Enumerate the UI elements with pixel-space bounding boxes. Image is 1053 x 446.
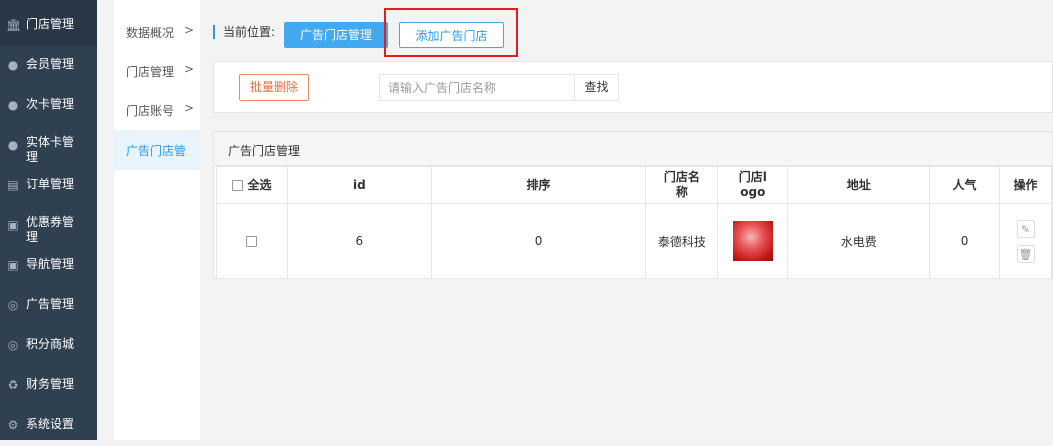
sidebar-item-label: 会员管理 <box>26 57 75 71</box>
select-all-label: 全选 <box>247 177 272 192</box>
batch-delete-button[interactable]: 批量删除 <box>239 74 309 101</box>
sidebar-item[interactable]: ● 会员管理 <box>0 46 97 86</box>
user-icon: ● <box>7 98 19 112</box>
edit-icon[interactable]: ✎ <box>1016 219 1035 238</box>
store-name-search-input[interactable] <box>379 74 575 101</box>
tab-ad-store-manage[interactable]: 广告门店管理 <box>284 22 388 48</box>
chevron-right-icon: > <box>184 62 195 76</box>
sidebar-item-label: 积分商城 <box>26 337 75 351</box>
store-logo-header: 门店logo <box>717 166 789 204</box>
subnav-item-label: 门店账号 <box>126 104 175 118</box>
store-logo-cell <box>717 203 789 279</box>
trash-icon[interactable]: 🗑 <box>1016 244 1035 263</box>
sidebar-item-label: 次卡管理 <box>26 97 75 111</box>
sidebar-item[interactable]: ⚙ 系统设置 <box>0 406 97 446</box>
breadcrumb-label: 当前位置: <box>223 25 276 39</box>
subnav-item-label: 门店管理 <box>126 65 175 79</box>
subnav-item[interactable]: 门店管理 > <box>114 51 200 91</box>
sort-header: 排序 <box>430 166 647 204</box>
sidebar-item[interactable]: ▤ 订单管理 <box>0 166 97 206</box>
id-cell: 6 <box>286 203 432 279</box>
sidebar-item-label: 广告管理 <box>26 297 75 311</box>
lifebuoy-icon: ◎ <box>7 338 19 352</box>
sidebar-item-label: 系统设置 <box>26 417 75 431</box>
select-all-header[interactable]: 全选 <box>216 166 288 204</box>
toolbar: 批量删除 查找 <box>213 61 1053 113</box>
main-sidebar: 🏛 门店管理 ● 会员管理 ● 次卡管理 ● 实体卡管理 ▤ 订单管理 ▣ 优惠券管理 ▣ 导航管理 ◎ 广告… <box>0 0 97 440</box>
panel-header: 广告门店管理 <box>214 132 1052 166</box>
subnav-item-label: 数据概况 <box>126 26 175 40</box>
money-icon: ▣ <box>7 218 19 232</box>
user-icon: ● <box>7 58 19 72</box>
find-button[interactable]: 查找 <box>574 74 619 101</box>
store-name-cell: 泰德科技 <box>645 203 719 279</box>
actions-header: 操作 <box>999 166 1052 204</box>
gear-icon: ⚙ <box>7 418 19 432</box>
sidebar-item[interactable]: ◎ 积分商城 <box>0 326 97 366</box>
store-logo-header-label: 门店logo <box>738 170 767 199</box>
sort-cell: 0 <box>430 203 647 279</box>
row-checkbox[interactable] <box>246 236 258 247</box>
sidebar-item[interactable]: ▣ 导航管理 <box>0 246 97 286</box>
id-header: id <box>286 166 432 204</box>
popularity-cell: 0 <box>929 203 1000 279</box>
sidebar-item[interactable]: ● 实体卡管理 <box>0 126 97 166</box>
lifebuoy-icon: ◎ <box>7 298 19 312</box>
money-icon: ▣ <box>7 258 19 272</box>
main-content: 当前位置: 广告门店管理 添加广告门店 批量删除 查找 广告门店管理 全选 id… <box>201 0 1053 440</box>
store-logo-image <box>732 221 773 261</box>
table-header-row: 全选 id 排序 门店名称 门店logo 地址 人气 操作 <box>216 166 1052 204</box>
document-icon: ▤ <box>7 178 19 192</box>
highlight-box <box>384 8 518 57</box>
sidebar-item[interactable]: ▣ 优惠券管理 <box>0 206 97 246</box>
select-all-checkbox[interactable] <box>232 179 244 191</box>
sidebar-item-label: 门店管理 <box>26 17 75 31</box>
sidebar-item[interactable]: 🏛 门店管理 <box>0 0 97 46</box>
user-icon: ● <box>7 138 19 152</box>
address-header: 地址 <box>787 166 931 204</box>
breadcrumb: 当前位置: <box>213 25 275 39</box>
address-cell: 水电费 <box>787 203 931 279</box>
actions-cell: ✎ 🗑 <box>999 203 1052 279</box>
row-select-cell[interactable] <box>216 203 288 279</box>
sidebar-item-label: 订单管理 <box>26 177 75 191</box>
subnav-item[interactable]: 门店账号 > <box>114 90 200 130</box>
sidebar-item-label: 导航管理 <box>26 257 75 271</box>
sidebar-item-label: 财务管理 <box>26 377 75 391</box>
chevron-right-icon: > <box>184 23 195 37</box>
subnav-item[interactable]: 数据概况 > <box>114 12 200 52</box>
sidebar-item-label: 优惠券管理 <box>26 215 75 244</box>
sidebar-item-label: 实体卡管理 <box>26 135 75 164</box>
store-name-header-label: 门店名称 <box>663 170 700 199</box>
sidebar-item[interactable]: ♻ 财务管理 <box>0 366 97 406</box>
table-row: 6 0 泰德科技 水电费 0 ✎ 🗑 <box>216 203 1052 279</box>
popularity-header: 人气 <box>929 166 1000 204</box>
subnav-item-label: 广告门店管 <box>126 144 187 158</box>
sidebar-item[interactable]: ● 次卡管理 <box>0 86 97 126</box>
store-name-header: 门店名称 <box>645 166 719 204</box>
sidebar-item[interactable]: ◎ 广告管理 <box>0 286 97 326</box>
ad-store-table: 全选 id 排序 门店名称 门店logo 地址 人气 操作 6 0 泰德科技 水… <box>216 166 1052 279</box>
sub-sidebar: 数据概况 > 门店管理 > 门店账号 > 广告门店管 <box>114 0 200 440</box>
ad-store-panel: 广告门店管理 全选 id 排序 门店名称 门店logo 地址 人气 操作 6 0… <box>213 131 1053 279</box>
subnav-item[interactable]: 广告门店管 <box>114 130 200 170</box>
recycle-icon: ♻ <box>7 378 19 392</box>
bank-icon: 🏛 <box>6 18 22 32</box>
chevron-right-icon: > <box>184 101 195 115</box>
panel-title: 广告门店管理 <box>228 144 301 158</box>
